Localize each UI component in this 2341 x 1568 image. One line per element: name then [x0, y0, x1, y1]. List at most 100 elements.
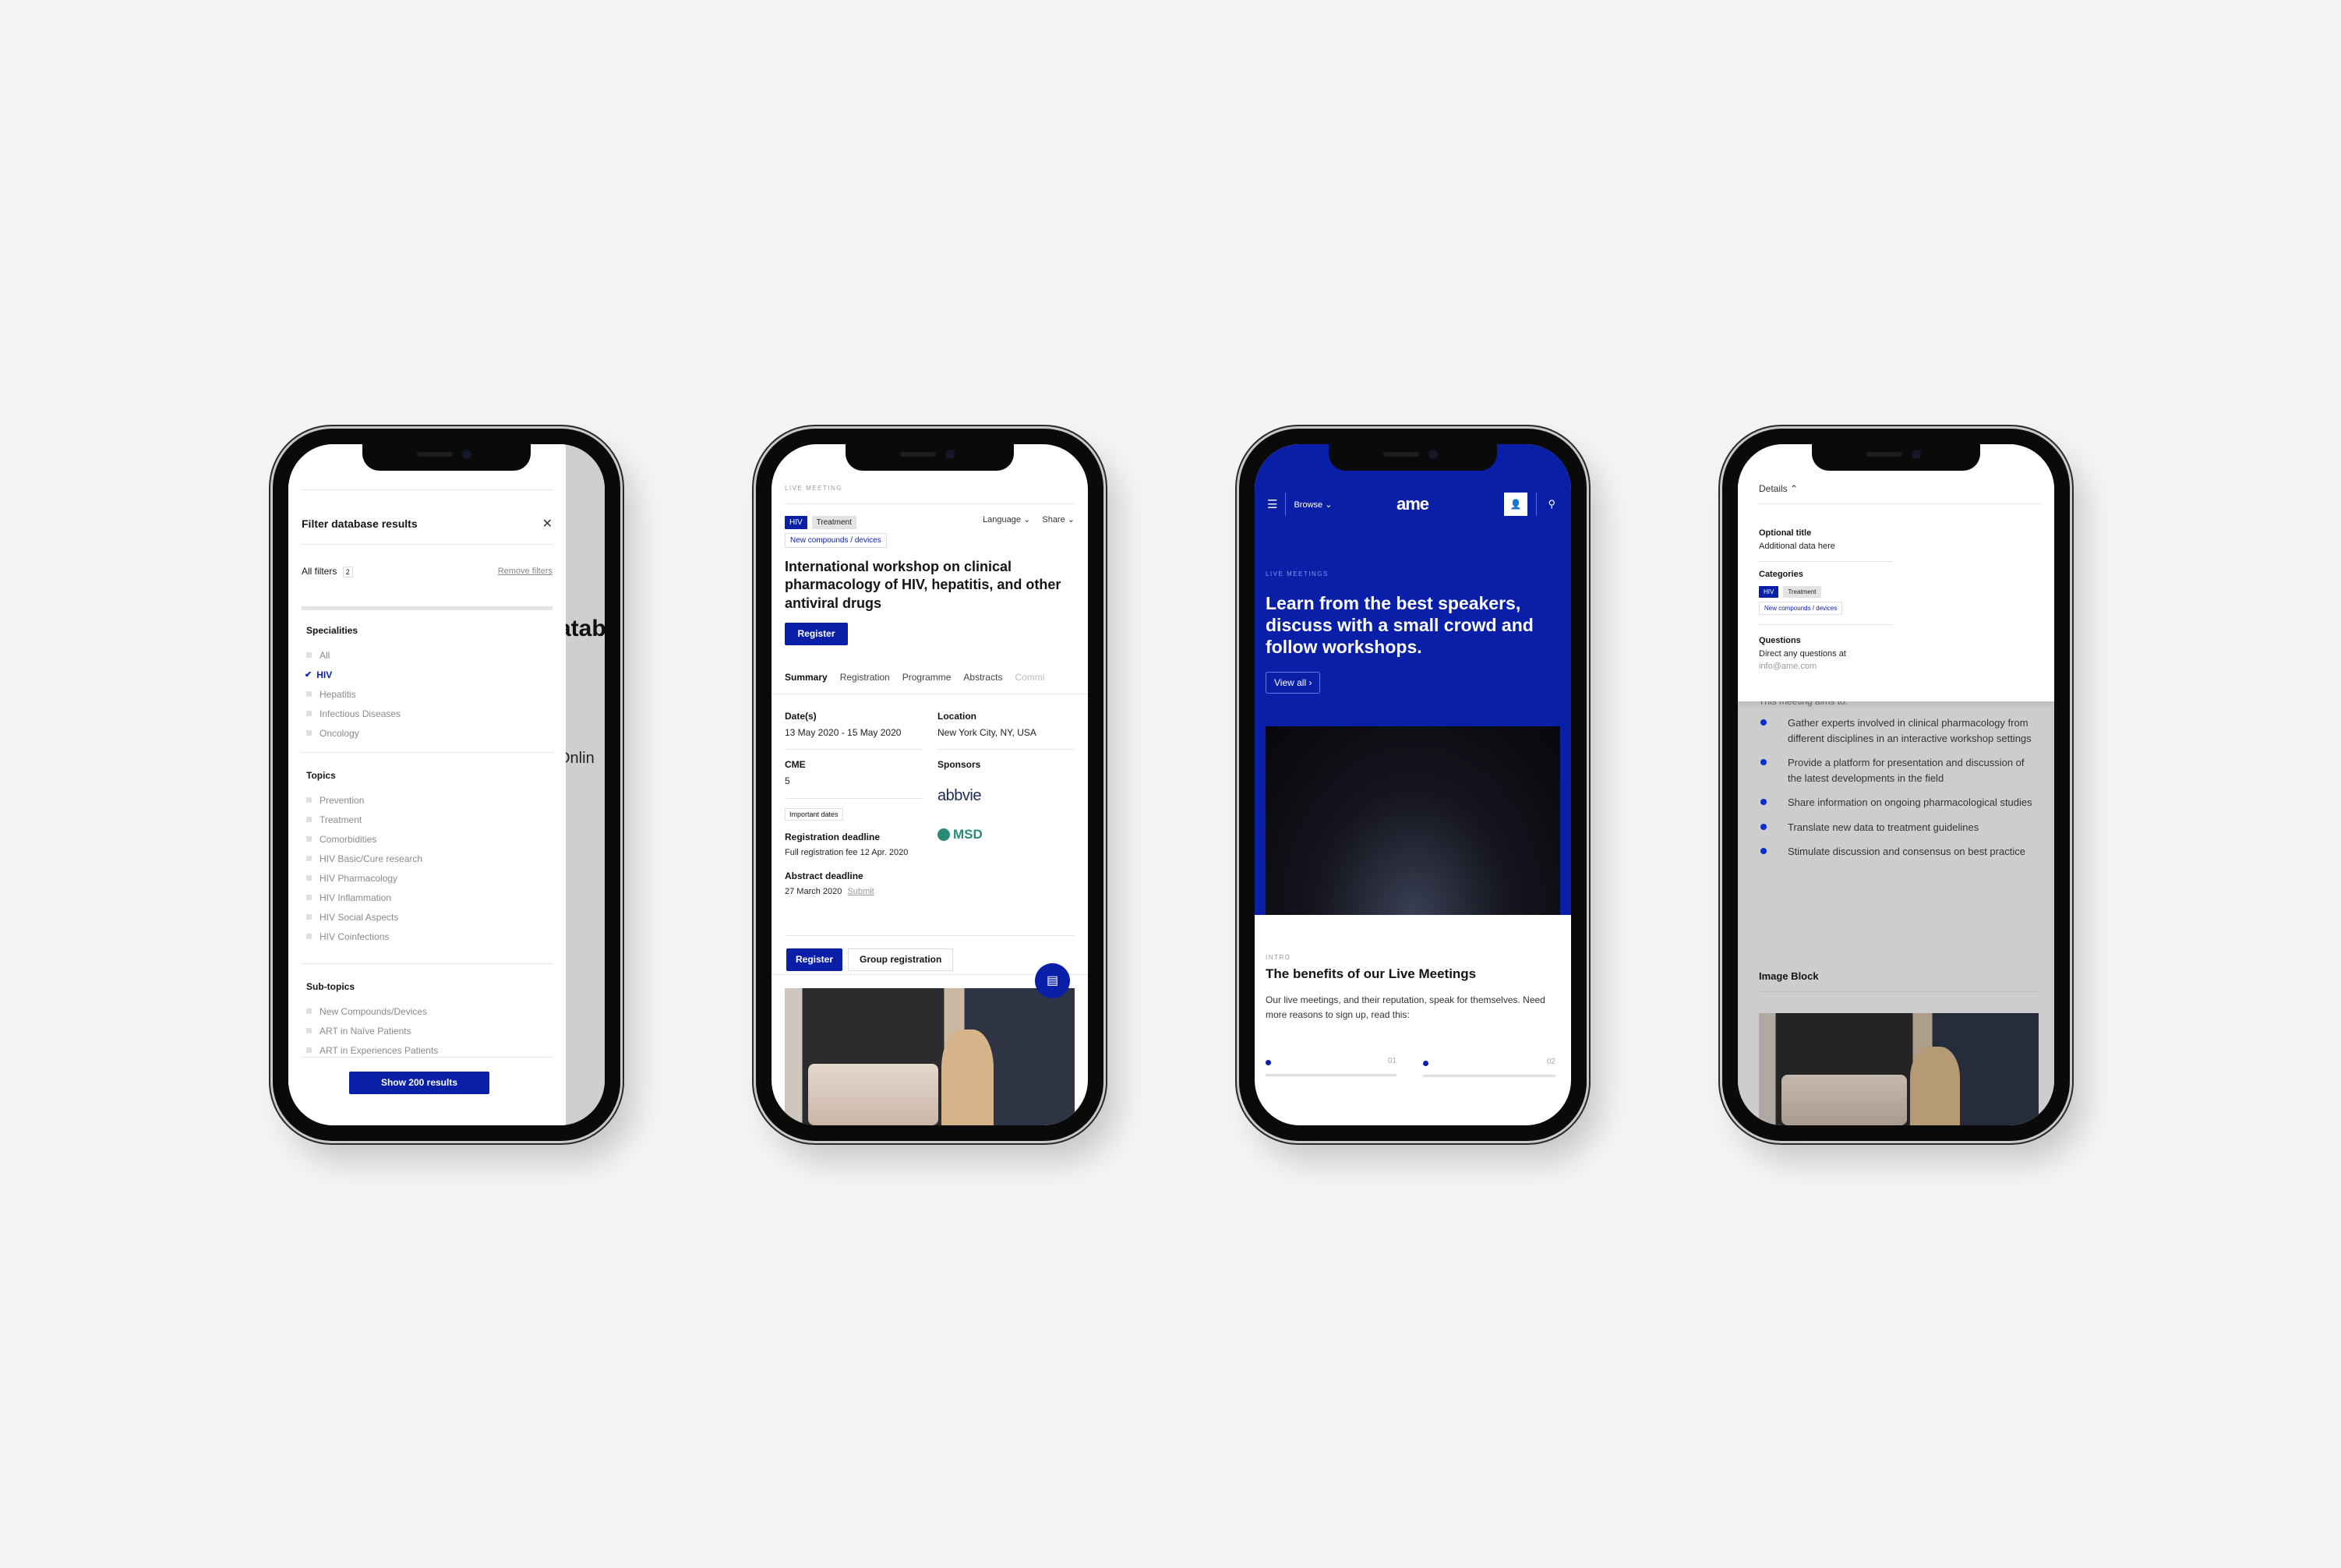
search-icon[interactable]: ⚲ — [1548, 498, 1555, 510]
bullet-icon — [1760, 759, 1767, 765]
browse-dropdown[interactable]: Browse ⌄ — [1294, 500, 1332, 510]
tabs: Summary Registration Programme Abstracts… — [785, 672, 1075, 683]
chevron-down-icon: ⌄ — [1023, 515, 1031, 524]
list-item: Stimulate discussion and consensus on be… — [1757, 844, 2039, 860]
dates-value: 13 May 2020 - 15 May 2020 — [785, 727, 902, 738]
tab-programme[interactable]: Programme — [902, 672, 952, 683]
checkbox-infectious-diseases[interactable]: Infectious Diseases — [302, 704, 553, 723]
tag-treatment[interactable]: Treatment — [1783, 585, 1821, 598]
phone-details: This meeting aims to: Gather experts inv… — [1722, 429, 2070, 1141]
categories-label: Categories — [1759, 569, 1803, 579]
checkbox-hiv-basic-cure[interactable]: HIV Basic/Cure research — [302, 849, 553, 868]
show-results-button[interactable]: Show 200 results — [349, 1072, 489, 1094]
checkbox-oncology[interactable]: Oncology — [302, 723, 553, 743]
user-icon[interactable]: 👤 — [1504, 493, 1527, 516]
phone-home: ☰ Browse ⌄ ame 👤 ⚲ LIVE MEETINGS Learn f… — [1239, 429, 1587, 1141]
hero-headline: Learn from the best speakers, discuss wi… — [1266, 593, 1534, 658]
menu-icon[interactable]: ☰ — [1267, 497, 1277, 511]
register-button[interactable]: Register — [785, 623, 848, 645]
checkbox-hiv-coinfections[interactable]: HIV Coinfections — [302, 927, 553, 946]
all-filters: All filters 2 — [302, 566, 353, 577]
important-dates-badge: Important dates — [785, 807, 843, 821]
phone-filter-drawer: atab Onlin Filter database results ✕ All… — [273, 429, 620, 1141]
location-label: Location — [937, 711, 976, 722]
checkbox-comorbidities[interactable]: Comorbidities — [302, 829, 553, 849]
tag-treatment[interactable]: Treatment — [811, 516, 856, 529]
filter-count-badge: 2 — [342, 567, 353, 577]
dates-label: Date(s) — [785, 711, 817, 722]
bullet-icon — [1760, 799, 1767, 805]
sponsor-logo-msd: MSD — [937, 827, 1075, 842]
notch — [846, 444, 1014, 471]
all-filters-label: All filters — [302, 566, 337, 577]
checkbox-hiv-inflammation[interactable]: HIV Inflammation — [302, 888, 553, 907]
intro-title: The benefits of our Live Meetings — [1266, 966, 1477, 981]
checkbox-art-naive[interactable]: ART in Naïve Patients — [302, 1021, 553, 1040]
section-title: Sub-topics — [306, 981, 355, 992]
details-panel: Details ⌃ Optional title Additional data… — [1738, 444, 2054, 701]
cme-value: 5 — [785, 775, 790, 787]
notch — [362, 444, 531, 471]
intro-eyebrow: INTRO — [1266, 954, 1291, 961]
submit-link[interactable]: Submit — [847, 887, 874, 896]
group-registration-button[interactable]: Group registration — [848, 948, 954, 971]
msd-logo-icon — [937, 828, 950, 842]
sponsor-logo-abbvie: abbvie — [937, 787, 981, 805]
list-item: Translate new data to treatment guidelin… — [1757, 820, 2039, 835]
list-item: Provide a platform for presentation and … — [1757, 755, 2039, 786]
card-number: 01 — [1387, 1057, 1396, 1065]
list-item: Share information on ongoing pharmacolog… — [1757, 795, 2039, 810]
location-value: New York City, NY, USA — [937, 727, 1036, 738]
share-dropdown[interactable]: Share ⌄ — [1042, 515, 1075, 524]
checkbox-all[interactable]: All — [302, 645, 553, 665]
logo[interactable]: ame — [1396, 494, 1429, 514]
language-dropdown[interactable]: Language ⌄ — [983, 515, 1030, 524]
info-right: Location New York City, NY, USA Sponsors… — [937, 711, 1075, 842]
bullet-icon — [1760, 823, 1767, 830]
optional-title: Optional title — [1759, 528, 1812, 538]
list-item: Gather experts involved in clinical phar… — [1757, 715, 2039, 746]
tab-registration[interactable]: Registration — [840, 672, 890, 683]
screen: ☰ Browse ⌄ ame 👤 ⚲ LIVE MEETINGS Learn f… — [1255, 444, 1571, 1125]
checkbox-hiv-social[interactable]: HIV Social Aspects — [302, 907, 553, 927]
eyebrow: LIVE MEETING — [785, 485, 843, 492]
register-button-bottom[interactable]: Register — [786, 948, 842, 971]
email-link[interactable]: info@ame.com — [1759, 661, 1893, 673]
checkbox-hiv-pharmacology[interactable]: HIV Pharmacology — [302, 868, 553, 888]
tab-summary[interactable]: Summary — [785, 672, 828, 683]
registration-deadline-value: Full registration fee 12 Apr. 2020 — [785, 847, 909, 857]
cme-label: CME — [785, 759, 806, 771]
section-subtopics: Sub-topics New Compounds/Devices ART in … — [302, 981, 553, 1060]
checkbox-hepatitis[interactable]: Hepatitis — [302, 684, 553, 704]
tag-new-compounds[interactable]: New compounds / devices — [785, 533, 887, 548]
chevron-down-icon: ⌄ — [1067, 515, 1075, 524]
details-toggle[interactable]: Details ⌃ — [1759, 483, 1798, 494]
checkbox-hiv[interactable]: ✔ HIV — [302, 665, 553, 684]
section-title: Specialities — [306, 625, 358, 636]
abstract-deadline-value: 27 March 2020 — [785, 886, 842, 896]
tag-hiv[interactable]: HIV — [1759, 585, 1779, 598]
checkbox-treatment[interactable]: Treatment — [302, 810, 553, 829]
hero: ☰ Browse ⌄ ame 👤 ⚲ LIVE MEETINGS Learn f… — [1255, 444, 1571, 915]
questions-text: Direct any questions at — [1759, 648, 1846, 659]
close-icon[interactable]: ✕ — [542, 516, 553, 531]
remove-filters-link[interactable]: Remove filters — [498, 567, 553, 576]
checkbox-prevention[interactable]: Prevention — [302, 790, 553, 810]
image-block-title: Image Block — [1759, 970, 1819, 982]
aims-list: Gather experts involved in clinical phar… — [1757, 715, 2039, 869]
tab-committee[interactable]: Commi — [1015, 672, 1044, 683]
checkbox-new-compounds[interactable]: New Compounds/Devices — [302, 1001, 553, 1021]
section-topics: Topics Prevention Treatment Comorbiditie… — [302, 770, 553, 946]
office-photo — [1759, 1013, 2039, 1125]
dot-icon — [1423, 1061, 1428, 1066]
phone-event-detail: LIVE MEETING HIV Treatment New compounds … — [756, 429, 1103, 1141]
tag-hiv[interactable]: HIV — [785, 516, 807, 529]
tab-abstracts[interactable]: Abstracts — [963, 672, 1002, 683]
chat-icon[interactable]: ▤ — [1035, 963, 1070, 998]
tag-new-compounds[interactable]: New compounds / devices — [1759, 601, 1843, 615]
scroll-indicator — [302, 606, 553, 610]
registration-deadline-label: Registration deadline — [785, 831, 881, 842]
office-photo — [785, 988, 1075, 1125]
view-all-button[interactable]: View all › — [1266, 672, 1321, 694]
section-title: Topics — [306, 770, 336, 781]
